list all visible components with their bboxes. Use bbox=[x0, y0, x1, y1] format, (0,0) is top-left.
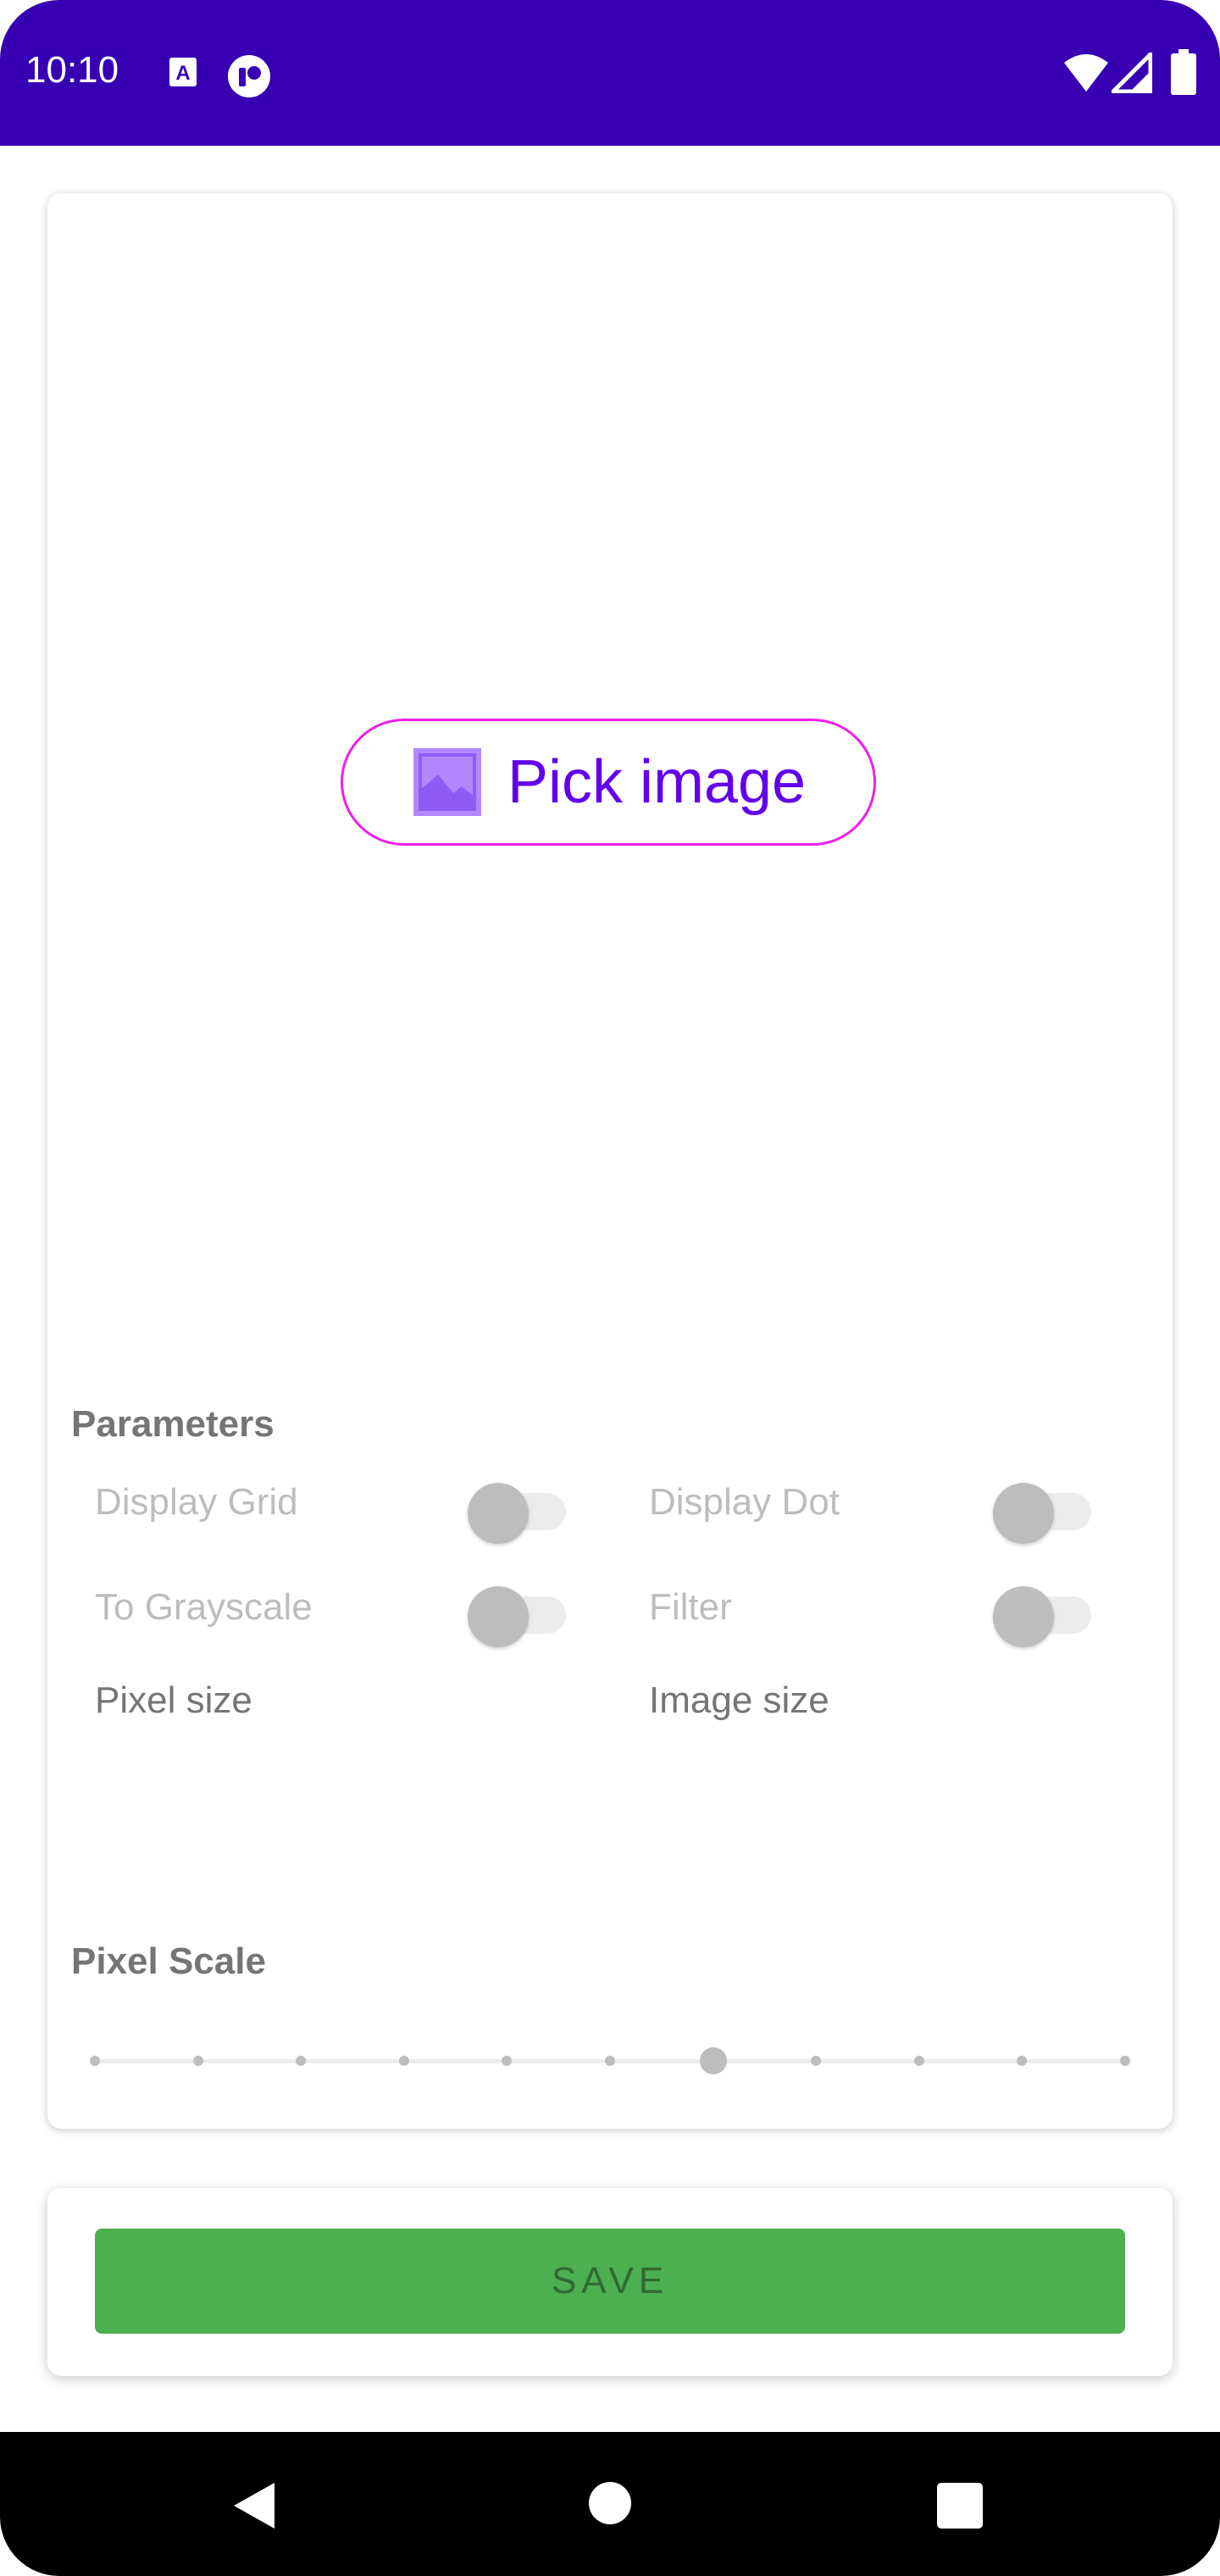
status-time: 10:10 bbox=[25, 49, 119, 91]
pick-image-button[interactable]: Pick image bbox=[341, 719, 876, 846]
save-card: SAVE bbox=[47, 2188, 1173, 2376]
to-grayscale-label: To Grayscale bbox=[95, 1586, 313, 1628]
navigation-bar bbox=[0, 2432, 1220, 2576]
slider-thumb[interactable] bbox=[699, 2047, 727, 2074]
save-button[interactable]: SAVE bbox=[95, 2229, 1125, 2334]
home-icon[interactable] bbox=[588, 2481, 632, 2525]
display-grid-switch[interactable] bbox=[468, 1473, 569, 1544]
switch-thumb bbox=[993, 1483, 1054, 1544]
pick-image-label: Pick image bbox=[507, 748, 807, 816]
slider-tick bbox=[605, 2056, 615, 2066]
filter-switch[interactable] bbox=[993, 1576, 1095, 1647]
slider-tick bbox=[192, 2056, 203, 2066]
recents-icon[interactable] bbox=[937, 2483, 983, 2529]
filter-label: Filter bbox=[649, 1586, 732, 1628]
slider-tick bbox=[1120, 2056, 1130, 2066]
slider-tick bbox=[913, 2056, 924, 2066]
battery-icon bbox=[1171, 49, 1196, 95]
switch-thumb bbox=[468, 1586, 529, 1647]
slider-tick bbox=[502, 2056, 513, 2066]
back-icon[interactable] bbox=[229, 2479, 280, 2532]
status-bar: 10:10 A bbox=[0, 0, 1220, 146]
slider-tick bbox=[811, 2056, 822, 2066]
to-grayscale-switch[interactable] bbox=[468, 1576, 569, 1647]
display-dot-switch[interactable] bbox=[993, 1473, 1095, 1544]
text-a-icon: A bbox=[169, 58, 197, 86]
switch-thumb bbox=[993, 1586, 1054, 1647]
wifi-icon bbox=[1064, 54, 1108, 92]
signal-icon bbox=[1112, 53, 1152, 93]
switch-thumb bbox=[468, 1483, 529, 1544]
pixel-size-label: Pixel size bbox=[95, 1679, 252, 1721]
pixel-scale-title: Pixel Scale bbox=[71, 1940, 266, 1982]
pixel-scale-slider[interactable] bbox=[90, 2042, 1130, 2079]
slider-tick bbox=[398, 2056, 409, 2066]
slider-tick bbox=[90, 2056, 100, 2066]
svg-text:A: A bbox=[175, 62, 190, 85]
slider-tick bbox=[1017, 2056, 1028, 2066]
image-size-label: Image size bbox=[649, 1679, 829, 1721]
image-icon bbox=[413, 748, 481, 816]
display-grid-label: Display Grid bbox=[95, 1481, 298, 1523]
display-dot-label: Display Dot bbox=[649, 1481, 840, 1523]
parameters-title: Parameters bbox=[71, 1403, 274, 1445]
image-card: Pick image Parameters Display Grid Displ… bbox=[47, 193, 1173, 2129]
slider-tick bbox=[296, 2056, 307, 2066]
notification-icon bbox=[228, 55, 270, 97]
